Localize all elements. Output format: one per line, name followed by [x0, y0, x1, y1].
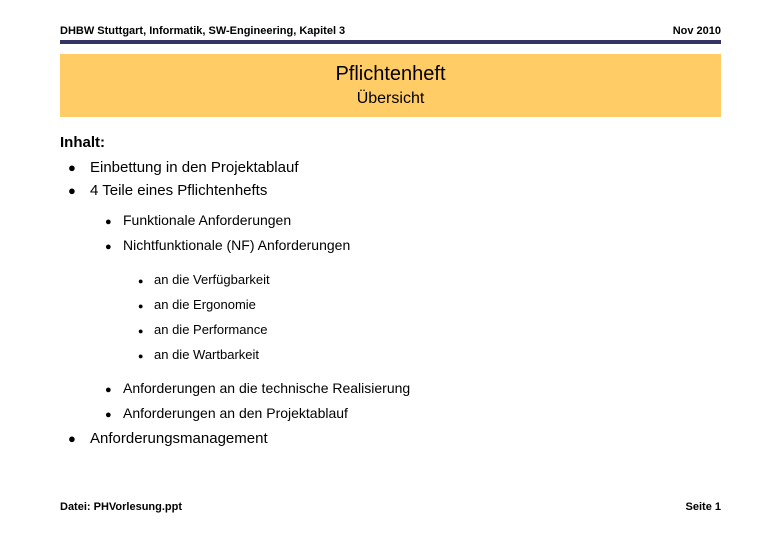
header-divider-rule [60, 40, 721, 44]
bullet-icon: ● [68, 431, 76, 446]
bullet-icon: ● [105, 384, 112, 396]
slide-footer: Datei: PHVorlesung.ppt Seite 1 [60, 500, 721, 514]
header-course-info: DHBW Stuttgart, Informatik, SW-Engineeri… [60, 25, 346, 37]
slide: DHBW Stuttgart, Informatik, SW-Engineeri… [0, 0, 780, 540]
title-banner: Pflichtenheft Übersicht [60, 54, 721, 117]
footer-page-number: Seite 1 [685, 501, 721, 513]
list-item: ● an die Verfügbarkeit [60, 268, 721, 293]
bullet-icon: ● [68, 183, 76, 198]
slide-content: Inhalt: ● Einbettung in den Projektablau… [60, 132, 721, 450]
list-item: ● Anforderungen an die technische Realis… [60, 377, 721, 402]
list-item-label: 4 Teile eines Pflichtenhefts [90, 182, 268, 199]
list-item: ● Anforderungsmanagement [60, 427, 721, 450]
bullet-icon: ● [138, 351, 144, 361]
list-item: ● Funktionale Anforderungen [60, 209, 721, 234]
list-item: ● 4 Teile eines Pflichtenhefts [60, 179, 721, 202]
slide-title: Pflichtenheft [335, 63, 446, 85]
list-item: ● an die Performance [60, 318, 721, 343]
list-item-label: Anforderungen an den Projektablauf [123, 405, 348, 421]
list-item-label: an die Performance [154, 322, 268, 337]
bullet-icon: ● [138, 326, 144, 336]
list-item-label: an die Ergonomie [154, 297, 256, 312]
list-item-label: an die Wartbarkeit [154, 347, 260, 362]
list-item-label: Anforderungen an die technische Realisie… [123, 380, 411, 396]
bullet-icon: ● [105, 241, 112, 253]
list-item: ● Anforderungen an den Projektablauf [60, 402, 721, 427]
list-item-label: an die Verfügbarkeit [154, 272, 270, 287]
list-item-label: Funktionale Anforderungen [123, 212, 292, 228]
bullet-icon: ● [105, 216, 112, 228]
header-date: Nov 2010 [672, 25, 721, 37]
list-item: ● Einbettung in den Projektablauf [60, 156, 721, 179]
bullet-icon: ● [105, 409, 112, 421]
bullet-icon: ● [68, 160, 76, 175]
bullet-icon: ● [138, 276, 144, 286]
slide-subtitle: Übersicht [356, 90, 425, 107]
footer-filename: Datei: PHVorlesung.ppt [60, 501, 183, 513]
bullet-icon: ● [138, 301, 144, 311]
list-item: ● Nichtfunktionale (NF) Anforderungen [60, 234, 721, 259]
list-item-label: Einbettung in den Projektablauf [90, 159, 299, 176]
list-item-label: Anforderungsmanagement [90, 430, 268, 447]
list-item-label: Nichtfunktionale (NF) Anforderungen [123, 237, 351, 253]
list-item: ● an die Wartbarkeit [60, 343, 721, 368]
list-item: ● an die Ergonomie [60, 293, 721, 318]
content-heading: Inhalt: [60, 134, 105, 151]
